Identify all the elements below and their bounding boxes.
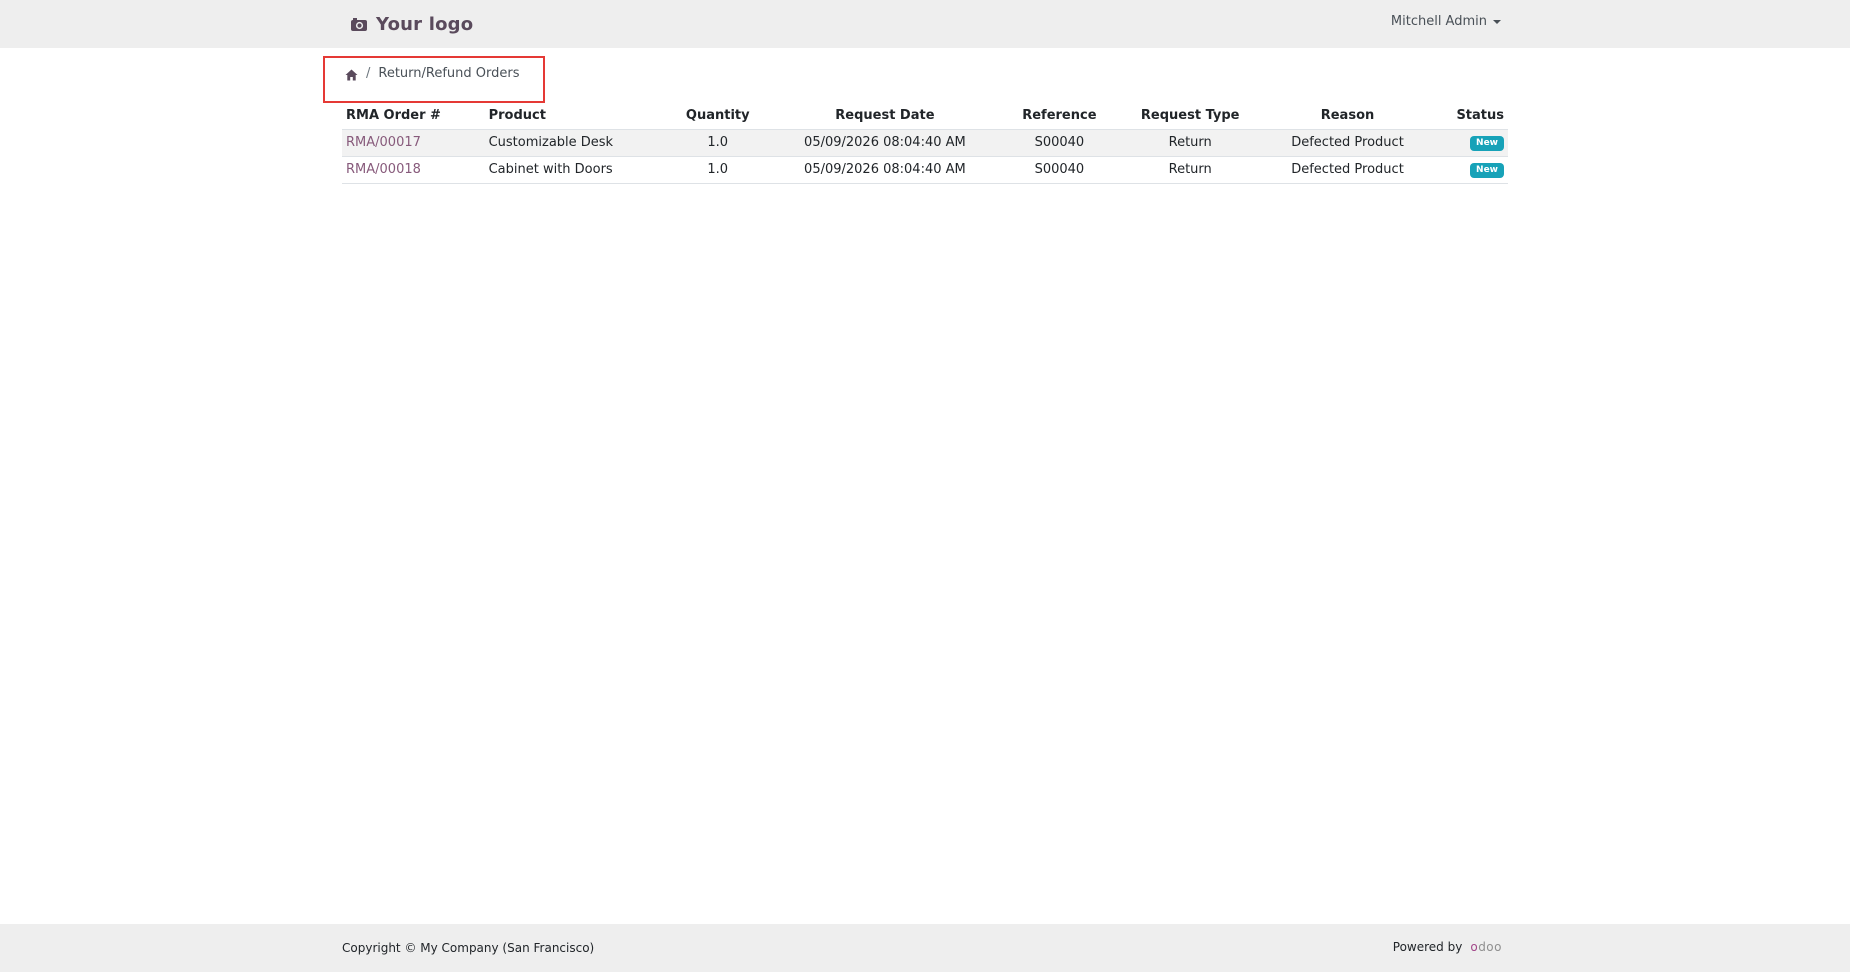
column-header-status: Status	[1431, 103, 1508, 130]
column-header-product: Product	[484, 103, 669, 130]
camera-icon	[351, 18, 367, 31]
product-cell: Cabinet with Doors	[484, 156, 669, 184]
logo-link[interactable]: Your logo	[350, 11, 473, 37]
request-type-cell: Return	[1116, 129, 1265, 157]
footer: Copyright © My Company (San Francisco) P…	[0, 924, 1850, 972]
caret-down-icon	[1493, 20, 1501, 24]
product-cell: Customizable Desk	[484, 129, 669, 157]
top-navbar: Your logo Mitchell Admin	[0, 0, 1850, 48]
column-header-reference: Reference	[1002, 103, 1117, 130]
table-header-row: RMA Order # Product Quantity Request Dat…	[342, 103, 1508, 130]
table-row[interactable]: RMA/00018 Cabinet with Doors 1.0 05/09/2…	[342, 156, 1508, 184]
user-name: Mitchell Admin	[1390, 14, 1487, 29]
rma-order-cell: RMA/00017	[342, 129, 485, 157]
breadcrumb-separator: /	[366, 66, 371, 81]
reason-cell: Defected Product	[1264, 156, 1431, 184]
quantity-cell: 1.0	[668, 156, 768, 184]
breadcrumb: / Return/Refund Orders	[323, 56, 545, 103]
reference-cell: S00040	[1002, 129, 1117, 157]
status-badge: New	[1470, 136, 1504, 151]
column-header-quantity: Quantity	[668, 103, 768, 130]
copyright-text: Copyright © My Company (San Francisco)	[342, 941, 595, 955]
rma-order-link[interactable]: RMA/00017	[346, 135, 421, 150]
column-header-reason: Reason	[1264, 103, 1431, 130]
quantity-cell: 1.0	[668, 129, 768, 157]
rma-orders-table: RMA Order # Product Quantity Request Dat…	[342, 103, 1508, 184]
powered-by-label: Powered by	[1392, 940, 1463, 954]
rma-order-link[interactable]: RMA/00018	[346, 162, 421, 177]
status-cell: New	[1431, 129, 1508, 157]
table-row[interactable]: RMA/00017 Customizable Desk 1.0 05/09/20…	[342, 129, 1508, 157]
request-type-cell: Return	[1116, 156, 1265, 184]
home-icon[interactable]	[345, 69, 358, 81]
reason-cell: Defected Product	[1264, 129, 1431, 157]
reference-cell: S00040	[1002, 156, 1117, 184]
logo-text: Your logo	[376, 13, 474, 35]
request-date-cell: 05/09/2026 08:04:40 AM	[767, 156, 1003, 184]
odoo-logo: odoo	[1470, 940, 1502, 954]
powered-by-link[interactable]: Powered by odoo	[1393, 940, 1502, 954]
status-badge: New	[1470, 163, 1504, 178]
rma-order-cell: RMA/00018	[342, 156, 485, 184]
user-menu-dropdown[interactable]: Mitchell Admin	[1391, 14, 1501, 29]
column-header-request-type: Request Type	[1116, 103, 1265, 130]
request-date-cell: 05/09/2026 08:04:40 AM	[767, 129, 1003, 157]
column-header-rma-order: RMA Order #	[342, 103, 485, 130]
status-cell: New	[1431, 156, 1508, 184]
column-header-request-date: Request Date	[767, 103, 1003, 130]
breadcrumb-current: Return/Refund Orders	[378, 66, 520, 81]
